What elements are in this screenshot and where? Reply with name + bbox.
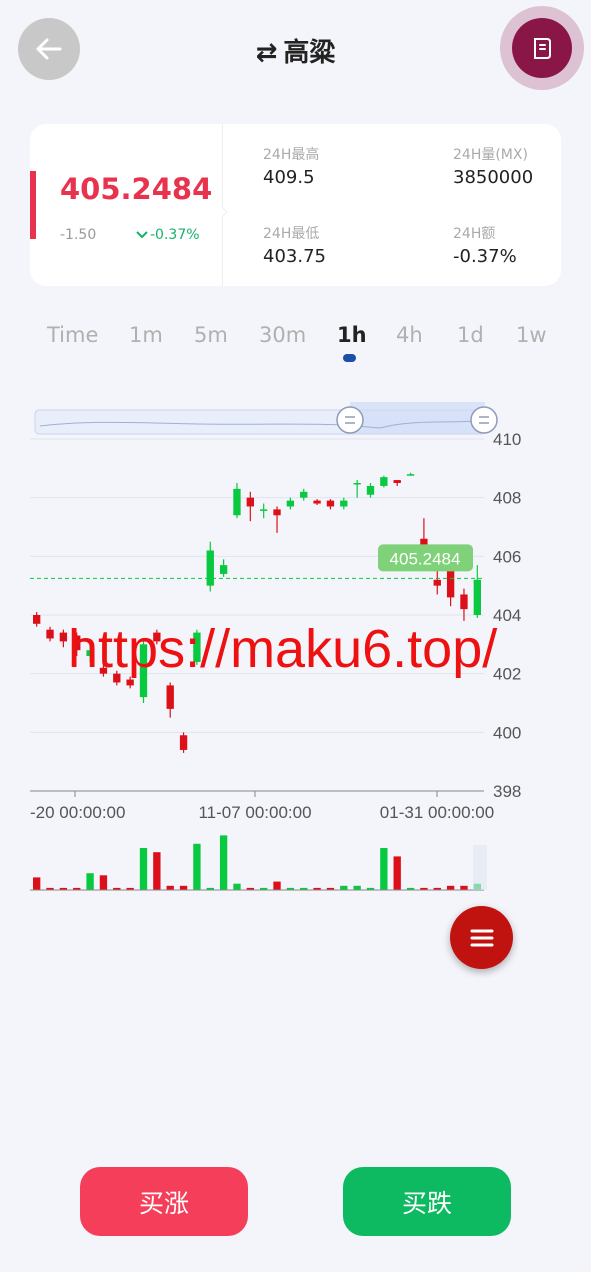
- volume-bar: [233, 883, 241, 890]
- tab-4h[interactable]: 4h: [396, 323, 423, 347]
- volume-bar: [139, 848, 148, 890]
- candle-body: [406, 474, 415, 476]
- price-change: -1.50: [60, 227, 97, 243]
- tab-time[interactable]: Time: [47, 323, 98, 347]
- buy-down-button[interactable]: 买跌: [343, 1167, 511, 1236]
- chevron-down-icon: [136, 231, 148, 239]
- candle-body: [179, 735, 188, 750]
- volume-highlight: [473, 845, 487, 890]
- volume-bar: [99, 875, 108, 890]
- x-tick-label: -20 00:00:00: [30, 803, 125, 822]
- volume-bar: [166, 885, 174, 890]
- tab-1m[interactable]: 1m: [129, 323, 163, 347]
- candle-body: [166, 685, 174, 709]
- range-slider-window: [350, 402, 485, 434]
- candle-body: [340, 500, 348, 507]
- chart-menu-button[interactable]: [450, 906, 513, 969]
- y-tick-label: 400: [493, 723, 521, 742]
- volume-bar: [153, 852, 161, 890]
- volume-bar: [393, 856, 401, 890]
- document-icon: [534, 38, 551, 59]
- candle-body: [366, 485, 375, 495]
- candle-body: [353, 483, 361, 485]
- y-tick-label: 404: [493, 606, 521, 625]
- tab-30m[interactable]: 30m: [259, 323, 306, 347]
- price-change-pct: -0.37%: [136, 227, 200, 243]
- low-label: 24H最低: [263, 226, 320, 242]
- high-label: 24H最高: [263, 147, 320, 163]
- swap-icon: ⇄: [255, 38, 278, 68]
- orders-button-inner: [512, 18, 572, 78]
- y-tick-label: 410: [493, 430, 521, 449]
- volume-bar: [86, 873, 94, 890]
- candle-body: [300, 491, 308, 498]
- candle-body: [260, 509, 268, 511]
- volume-value: 3850000: [453, 167, 534, 188]
- volume-bar: [460, 885, 468, 890]
- volume-bar: [353, 885, 361, 890]
- price-change-pct-text: -0.37%: [150, 227, 200, 243]
- high-value: 409.5: [263, 167, 315, 188]
- header: ⇄ 高粱: [0, 0, 591, 100]
- amount-value: -0.37%: [453, 246, 517, 267]
- candle-body: [460, 594, 468, 610]
- candle-body: [326, 500, 335, 507]
- volume-bar: [193, 843, 201, 890]
- candle-body: [273, 509, 281, 516]
- candle-body: [380, 477, 388, 486]
- y-tick-label: 402: [493, 665, 521, 684]
- candle-body: [246, 497, 254, 507]
- volume-bar: [179, 885, 188, 890]
- candle-body: [233, 488, 241, 516]
- quote-card: 405.2484 -1.50 -0.37% 24H最高 409.5 24H量(M…: [30, 124, 561, 286]
- tab-1w[interactable]: 1w: [516, 323, 547, 347]
- volume-bar: [340, 885, 348, 890]
- x-tick-label: 01-31 00:00:00: [380, 803, 494, 822]
- tab-1h[interactable]: 1h: [337, 323, 367, 347]
- candle-body: [33, 615, 41, 624]
- volume-bar: [273, 881, 281, 890]
- candle-body: [219, 565, 228, 574]
- volume-bar: [380, 848, 388, 890]
- card-divider: [222, 124, 223, 286]
- card-notch: [216, 206, 228, 218]
- tab-5m[interactable]: 5m: [194, 323, 228, 347]
- candle-body: [126, 679, 134, 686]
- volume-bar: [219, 835, 228, 890]
- current-price: 405.2484: [60, 172, 213, 206]
- range-slider-handle: [336, 406, 364, 434]
- candle-body: [433, 579, 441, 586]
- orders-button[interactable]: [500, 6, 584, 90]
- volume-bar: [33, 877, 41, 890]
- last-price-label: 405.2484: [390, 549, 461, 568]
- y-tick-label: 406: [493, 547, 521, 566]
- candle-body: [313, 500, 321, 504]
- tab-1d[interactable]: 1d: [457, 323, 484, 347]
- y-tick-label: 398: [493, 782, 521, 801]
- page-title-text: 高粱: [283, 38, 336, 68]
- x-tick-label: 11-07 00:00:00: [198, 803, 311, 822]
- amount-label: 24H额: [453, 226, 496, 242]
- volume-label: 24H量(MX): [453, 147, 528, 163]
- candle-body: [473, 579, 481, 615]
- candle-body: [46, 629, 54, 639]
- watermark: https://maku6.top/: [68, 619, 498, 679]
- active-tab-indicator: [343, 354, 356, 362]
- candle-body: [446, 571, 455, 598]
- low-value: 403.75: [263, 246, 326, 267]
- menu-icon: [470, 929, 493, 946]
- y-tick-label: 408: [493, 489, 521, 508]
- candle-body: [59, 632, 68, 642]
- price-accent-bar: [30, 171, 36, 239]
- volume-bar: [446, 885, 455, 890]
- buy-up-button[interactable]: 买涨: [80, 1167, 248, 1236]
- candle-body: [206, 550, 214, 586]
- candle-body: [286, 500, 295, 507]
- candle-body: [393, 480, 401, 483]
- interval-tabs: Time 1m 5m 30m 1h 4h 1d 1w: [0, 320, 591, 370]
